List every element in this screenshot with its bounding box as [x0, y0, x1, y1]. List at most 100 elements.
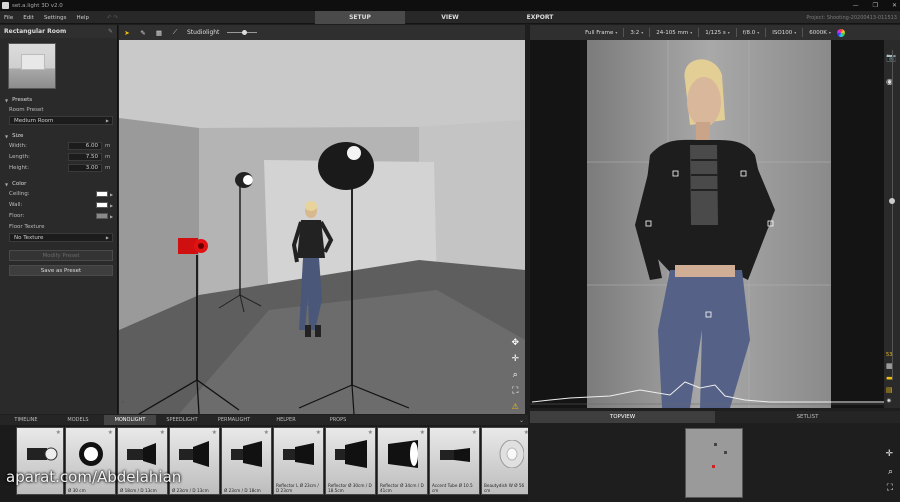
tab-models[interactable]: MODELS — [52, 417, 104, 423]
studiolight-label: Studiolight — [187, 29, 220, 36]
width-input[interactable]: 6.00 — [68, 142, 102, 150]
floor-color-swatch[interactable] — [96, 213, 108, 219]
size-section[interactable]: ▼ Size — [0, 131, 117, 141]
minimize-button[interactable]: — — [853, 2, 859, 9]
pan-icon[interactable]: ✛ — [885, 449, 893, 459]
tab-setup[interactable]: SETUP — [315, 11, 405, 24]
favorite-star-icon[interactable]: ★ — [264, 429, 269, 436]
favorite-star-icon[interactable]: ★ — [316, 429, 321, 436]
bare-strobe-icon — [27, 447, 58, 461]
expand-library-icon[interactable]: ⌄ — [519, 417, 524, 424]
maximize-button[interactable]: ❐ — [873, 2, 878, 9]
grid-overlay-icon[interactable]: ▦ — [886, 362, 893, 370]
zoom-icon[interactable]: ⌕ — [513, 370, 518, 380]
tab-props[interactable]: PROPS — [312, 417, 364, 423]
light-item[interactable]: ★ Reflector Ø 30cm / D 18.5cm — [325, 427, 376, 495]
favorite-star-icon[interactable]: ★ — [108, 429, 113, 436]
light-item[interactable]: ★ Ø 23cm / D 18cm — [221, 427, 272, 495]
topview-map[interactable] — [685, 428, 743, 498]
pin-icon[interactable]: ✎ — [108, 28, 113, 35]
settings-gear-icon[interactable]: ✷ — [886, 397, 892, 405]
library-tabs: TIMELINE MODELS MONOLIGHT SPEEDLIGHT PER… — [0, 415, 528, 425]
ceiling-color-swatch[interactable] — [96, 191, 108, 197]
warning-icon[interactable]: ⚠ — [512, 402, 519, 412]
favorite-star-icon[interactable]: ★ — [368, 429, 373, 436]
wall-row: Wall: ▶ — [9, 202, 114, 208]
topview-panel: ✛ ⌕ ⛶ — [530, 423, 900, 502]
favorite-star-icon[interactable]: ★ — [56, 429, 61, 436]
color-arrow-icon[interactable]: ▶ — [110, 214, 113, 219]
room-preset-dropdown[interactable]: Medium Room ▶ — [9, 116, 113, 125]
zoom-knob[interactable] — [889, 198, 895, 204]
frame-selection-icon[interactable]: ⛶ — [887, 483, 893, 493]
tab-setlist[interactable]: SETLIST — [715, 411, 900, 423]
modify-preset-button[interactable]: Modify Preset — [9, 250, 113, 261]
light-item[interactable]: ★ Reflector Ø 34cm / D 41cm — [377, 427, 428, 495]
tab-export[interactable]: EXPORT — [495, 11, 585, 24]
height-input[interactable]: 3.00 — [68, 164, 102, 172]
floor-row: Floor: ▶ — [9, 213, 114, 219]
iso-select[interactable]: ISO100 — [772, 30, 796, 36]
wall-color-swatch[interactable] — [96, 202, 108, 208]
pan-icon[interactable]: ✛ — [511, 354, 519, 364]
tab-monolight[interactable]: MONOLIGHT — [104, 415, 156, 425]
favorite-star-icon[interactable]: ★ — [212, 429, 217, 436]
studio-scene — [119, 40, 525, 414]
white-balance-select[interactable]: 6000K — [809, 30, 831, 36]
grid-tool-icon[interactable]: ▦ — [155, 29, 163, 37]
shutter-select[interactable]: 1/125 s — [705, 30, 729, 36]
color-wheel-icon[interactable] — [836, 28, 845, 37]
frame-selection-icon[interactable]: ⛶ — [512, 386, 518, 396]
menu-file[interactable]: File — [4, 15, 13, 21]
favorite-star-icon[interactable]: ★ — [472, 429, 477, 436]
tab-timeline[interactable]: TIMELINE — [0, 417, 52, 423]
menu-help[interactable]: Help — [76, 15, 89, 21]
favorite-star-icon[interactable]: ★ — [524, 429, 528, 436]
favorite-star-icon[interactable]: ★ — [420, 429, 425, 436]
aperture-select[interactable]: f/8.0 — [743, 30, 760, 36]
save-as-preset-button[interactable]: Save as Preset — [9, 265, 113, 276]
camera-settings-icon[interactable]: 📷 — [886, 53, 896, 62]
orbit-icon[interactable]: ✥ — [511, 338, 519, 348]
wide-reflector-icon — [335, 440, 367, 468]
view-tabs: TOPVIEW SETLIST — [530, 411, 900, 423]
tab-topview[interactable]: TOPVIEW — [530, 411, 715, 423]
studio-3d-viewport[interactable]: « ✥ ✛ ⌕ ⛶ ⚠ — [119, 40, 525, 414]
color-arrow-icon[interactable]: ▶ — [110, 203, 113, 208]
floor-texture-dropdown[interactable]: No Texture ▶ — [9, 233, 113, 242]
presets-section[interactable]: ▼ Presets — [0, 95, 117, 105]
height-row: Height: 3.00 m — [9, 164, 111, 172]
zoom-icon[interactable]: ⌕ — [888, 467, 893, 477]
slider-knob[interactable] — [242, 29, 248, 35]
menu-settings[interactable]: Settings — [44, 15, 67, 21]
brush-tool-icon[interactable]: ✎ — [139, 29, 147, 37]
tab-permalight[interactable]: PERMALIGHT — [208, 417, 260, 423]
sensor-format-select[interactable]: Full Frame — [585, 30, 617, 36]
accent-tube-icon — [440, 448, 470, 462]
select-tool-icon[interactable]: ➤ — [123, 29, 131, 37]
favorite-star-icon[interactable]: ★ — [160, 429, 165, 436]
app-logo-icon — [2, 2, 9, 9]
aspect-ratio-select[interactable]: 3:2 — [630, 30, 643, 36]
lens-select[interactable]: 24-105 mm — [656, 30, 692, 36]
menu-edit[interactable]: Edit — [23, 15, 34, 21]
tab-speedlight[interactable]: SPEEDLIGHT — [156, 417, 208, 423]
ring-flash-icon — [79, 442, 103, 466]
length-input[interactable]: 7.50 — [68, 153, 102, 161]
undo-redo-icons[interactable]: ↶ ↷ — [107, 15, 118, 21]
camera-preview[interactable] — [530, 40, 884, 408]
color-arrow-icon[interactable]: ▶ — [110, 192, 113, 197]
tab-view[interactable]: VIEW — [405, 11, 495, 24]
ruler-icon[interactable]: ▬ — [886, 374, 893, 382]
exposure-icon[interactable]: ▤ — [886, 386, 893, 394]
zoom-value: 53 — [886, 352, 893, 358]
light-item[interactable]: ★ Reflector L Ø 23cm / D 23cm — [273, 427, 324, 495]
light-item[interactable]: ★ Beautydish W Ø 56 cm — [481, 427, 528, 495]
color-section[interactable]: ▼ Color — [0, 179, 117, 189]
studiolight-slider[interactable] — [227, 29, 258, 37]
collapse-left-panel-icon[interactable]: « — [121, 399, 125, 406]
light-item[interactable]: ★ Accent Tube Ø 10.5 cm — [429, 427, 480, 495]
tab-helper[interactable]: HELPER — [260, 417, 312, 423]
measure-tool-icon[interactable]: ⟋ — [171, 28, 179, 37]
close-button[interactable]: ✕ — [892, 2, 897, 9]
